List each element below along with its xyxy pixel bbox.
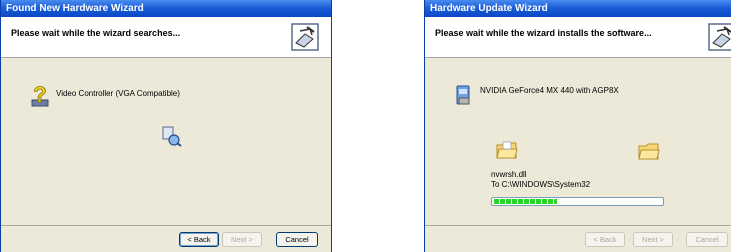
- device-name: Video Controller (VGA Compatible): [56, 89, 180, 98]
- footer-divider: [1, 225, 331, 226]
- header-text: Please wait while the wizard searches...: [11, 28, 181, 38]
- file-name: nvwrsh.dll: [491, 170, 527, 179]
- device-name: NVIDIA GeForce4 MX 440 with AGP8X: [480, 86, 619, 95]
- next-button[interactable]: Next >: [222, 232, 262, 247]
- unknown-device-question-icon: ?: [31, 82, 49, 107]
- progress-fill: [494, 199, 558, 204]
- destination-folder-icon: [638, 143, 660, 160]
- next-button[interactable]: Next >: [633, 232, 673, 247]
- hardware-wizard-icon: [291, 23, 319, 51]
- copy-progress-bar: [491, 197, 664, 206]
- window-title: Hardware Update Wizard: [425, 0, 731, 17]
- source-folder-icon: [496, 141, 518, 159]
- search-flashlight-icon: [162, 126, 182, 147]
- hardware-wizard-icon: [708, 23, 731, 51]
- cancel-button[interactable]: Cancel: [276, 232, 318, 247]
- hardware-update-wizard-window: Hardware Update Wizard Please wait while…: [424, 0, 731, 252]
- back-button[interactable]: < Back: [179, 232, 219, 247]
- svg-text:?: ?: [33, 82, 46, 107]
- footer-divider: [425, 225, 731, 226]
- header-text: Please wait while the wizard installs th…: [435, 28, 652, 38]
- wizard-header: Please wait while the wizard installs th…: [425, 17, 731, 58]
- wizard-header: Please wait while the wizard searches...: [1, 17, 331, 58]
- cancel-button[interactable]: Cancel: [686, 232, 728, 247]
- back-button[interactable]: < Back: [585, 232, 625, 247]
- display-adapter-icon: [456, 85, 470, 105]
- window-title: Found New Hardware Wizard: [1, 0, 331, 17]
- destination-path: To C:\WINDOWS\System32: [491, 180, 591, 189]
- found-new-hardware-wizard-window: Found New Hardware Wizard Please wait wh…: [0, 0, 332, 252]
